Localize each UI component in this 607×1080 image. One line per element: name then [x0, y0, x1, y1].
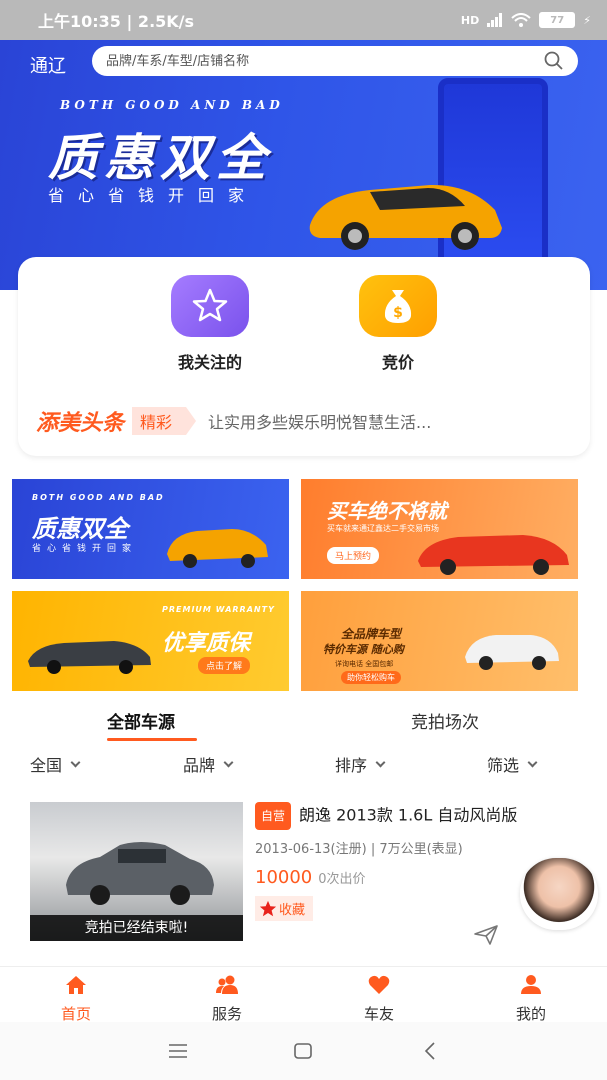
filter-label: 排序 [335, 756, 368, 775]
star-icon [171, 275, 249, 337]
quick-action-following[interactable]: 我关注的 [150, 275, 270, 373]
news-text[interactable]: 让实用多些娱乐明悦智慧生活... [208, 409, 431, 433]
hero-slogan: 质惠双全 [48, 129, 272, 187]
promo-extra: 详询电话 全国包邮 [335, 660, 394, 668]
news-brand: 添美头条 [36, 411, 125, 436]
promo-banner-buy[interactable]: 买车绝不将就 买车就来通辽鑫达二手交易市场 马上预约 [301, 479, 578, 579]
nav-home[interactable]: 首页 [36, 975, 116, 1024]
list-item[interactable]: 竞拍已经结束啦! 自营 朗逸 2013款 1.6L 自动风尚版 2013-06-1… [30, 802, 590, 947]
user-icon [521, 975, 541, 994]
promo-title: 买车绝不将就 [327, 499, 447, 523]
filter-region[interactable]: 全国 [30, 752, 81, 776]
share-icon[interactable] [473, 924, 499, 946]
chevron-down-icon [375, 757, 386, 767]
network-icon: HD [460, 13, 480, 27]
search-input[interactable] [106, 53, 544, 69]
promo-subtitle-en: BOTH GOOD AND BAD [32, 493, 165, 502]
promo-button[interactable]: 马上预约 [327, 547, 380, 564]
car-illustration [66, 842, 214, 905]
tab-active-indicator [107, 738, 197, 741]
system-nav-bar [0, 1022, 607, 1080]
charging-icon: ⚡ [583, 13, 591, 27]
listing-price: 10000 [255, 867, 313, 888]
favorite-button[interactable]: 收藏 [255, 896, 314, 921]
promo-subtitle: 特价车源 随心购 [323, 643, 404, 656]
nav-service[interactable]: 服务 [187, 975, 267, 1024]
promo-subtitle: 省心省钱开回家 [32, 544, 138, 554]
signal-icon [487, 13, 503, 27]
car-illustration [309, 184, 502, 250]
search-bar[interactable] [92, 46, 578, 76]
bottom-nav: 首页 服务 车友 我的 [0, 966, 607, 1024]
promo-button[interactable]: 点击了解 [198, 657, 251, 674]
news-tag: 精彩 [132, 407, 197, 435]
promo-banner-brands[interactable]: 全品牌车型 特价车源 随心购 详询电话 全国包邮 助你轻松购车 [301, 591, 578, 691]
wifi-icon [511, 13, 531, 27]
filter-label: 品牌 [183, 756, 216, 775]
filter-label: 筛选 [487, 756, 520, 775]
heart-icon [368, 975, 390, 994]
filter-brand[interactable]: 品牌 [183, 752, 234, 776]
promo-button[interactable]: 助你轻松购车 [341, 671, 401, 684]
quick-action-label: 我关注的 [177, 353, 242, 372]
tab-all-vehicles[interactable]: 全部车源 [107, 708, 175, 733]
menu-icon[interactable] [169, 1044, 187, 1058]
quick-actions-card: 我关注的 $ 竞价 添美头条 精彩 让实用多些娱乐明悦智慧生活... [18, 257, 590, 456]
people-icon [216, 975, 238, 994]
chevron-down-icon [223, 757, 234, 767]
status-time: 上午10:35 [38, 12, 121, 31]
promo-banner-warranty[interactable]: PREMIUM WARRANTY 优享质保 点击了解 [12, 591, 289, 691]
quick-action-label: 竞价 [381, 353, 414, 372]
filter-bar: 全国 品牌 排序 筛选 [0, 750, 607, 780]
listing-title[interactable]: 朗逸 2013款 1.6L 自动风尚版 [299, 806, 517, 825]
app-page: 上午10:35 | 2.5K/s HD 77 ⚡ 通辽 BOTH GOOD AN… [0, 0, 607, 1080]
car-illustration [167, 529, 268, 568]
hero-slogan-en: BOTH GOOD AND BAD [60, 98, 284, 112]
status-bar: 上午10:35 | 2.5K/s HD 77 ⚡ [0, 0, 607, 40]
svg-text:$: $ [393, 305, 403, 321]
back-icon[interactable] [424, 1042, 436, 1060]
status-speed: | 2.5K/s [126, 12, 195, 31]
listing-meta: 2013-06-13(注册) | 7万公里(表显) [255, 842, 463, 857]
money-bag-icon: $ [359, 275, 437, 337]
hero-banner[interactable]: 通辽 BOTH GOOD AND BAD 质惠双全 省心省钱开回家 [0, 40, 607, 290]
bid-count: 0次出价 [318, 872, 366, 887]
tab-auction-sessions[interactable]: 竞拍场次 [411, 708, 479, 733]
promo-title: 质惠双全 [32, 515, 128, 543]
car-illustration [465, 635, 559, 670]
nav-label: 车友 [363, 1005, 394, 1023]
battery-icon: 77 [539, 12, 576, 28]
home-icon [66, 976, 86, 994]
promo-subtitle-en: PREMIUM WARRANTY [162, 605, 275, 614]
car-illustration [28, 641, 151, 674]
self-operated-badge: 自营 [255, 802, 292, 830]
chevron-down-icon [70, 757, 81, 767]
chevron-down-icon [527, 757, 538, 767]
nav-label: 服务 [211, 1005, 242, 1023]
nav-car-friends[interactable]: 车友 [339, 975, 419, 1024]
city-selector[interactable]: 通辽 [30, 52, 66, 78]
promo-banner-quality[interactable]: BOTH GOOD AND BAD 质惠双全 省心省钱开回家 [12, 479, 289, 579]
auction-status: 竞拍已经结束啦! [30, 915, 243, 941]
news-ticker[interactable]: 添美头条 精彩 让实用多些娱乐明悦智慧生活... [36, 405, 431, 437]
filter-label: 全国 [30, 756, 63, 775]
promo-title: 优享质保 [162, 631, 251, 656]
customer-service-avatar[interactable] [520, 858, 598, 930]
hero-subtitle: 省心省钱开回家 [48, 186, 259, 205]
quick-action-bidding[interactable]: $ 竞价 [338, 275, 458, 373]
filter-more[interactable]: 筛选 [487, 752, 538, 776]
listing-tabs: 全部车源 竞拍场次 [0, 700, 607, 742]
star-icon [259, 900, 277, 916]
search-icon[interactable] [544, 51, 564, 71]
nav-mine[interactable]: 我的 [491, 975, 571, 1024]
system-icons: HD 77 ⚡ [461, 12, 591, 28]
nav-label: 首页 [60, 1005, 91, 1023]
home-button-icon[interactable] [294, 1043, 312, 1059]
filter-sort[interactable]: 排序 [335, 752, 386, 776]
promo-title: 全品牌车型 [341, 627, 402, 641]
car-illustration [418, 535, 569, 575]
nav-label: 我的 [515, 1005, 546, 1023]
vehicle-photo[interactable]: 竞拍已经结束啦! [30, 802, 243, 941]
favorite-label: 收藏 [279, 903, 306, 918]
